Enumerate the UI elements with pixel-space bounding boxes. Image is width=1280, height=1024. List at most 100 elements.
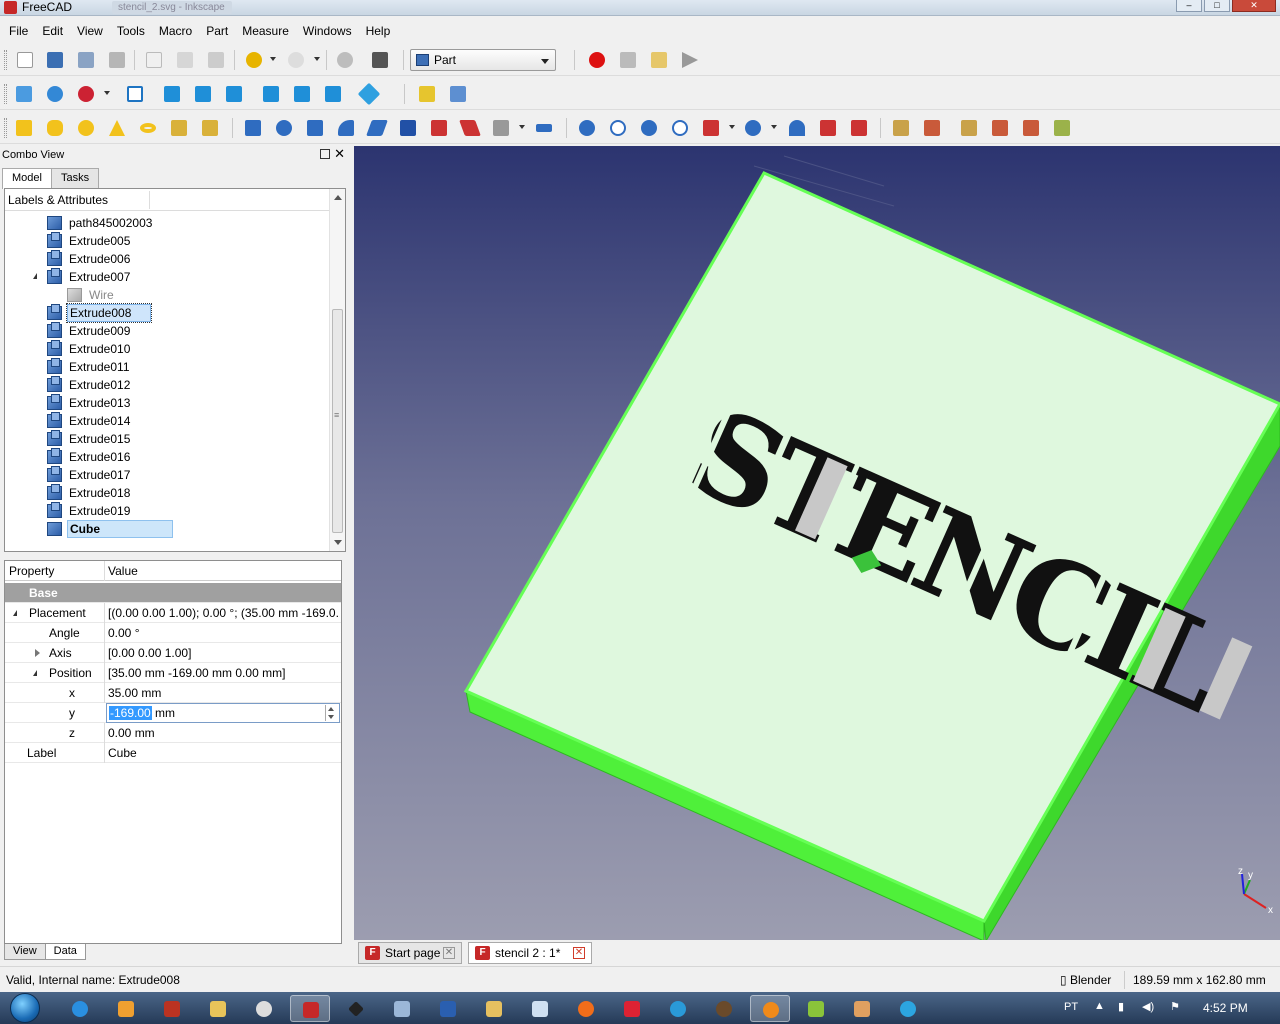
cylinder-button[interactable]: [44, 117, 66, 139]
chamfer-button[interactable]: [366, 117, 388, 139]
tree-item[interactable]: Extrude014: [5, 412, 330, 430]
network-icon[interactable]: ▮: [1118, 1000, 1124, 1013]
3d-viewport[interactable]: STENCIL x y z: [354, 146, 1280, 940]
expand-icon[interactable]: [35, 649, 40, 657]
tree-item[interactable]: Cube: [5, 520, 330, 538]
tree-item[interactable]: Extrude010: [5, 340, 330, 358]
language-indicator[interactable]: PT: [1064, 1001, 1078, 1013]
expand-icon[interactable]: [32, 488, 38, 498]
tree-item[interactable]: Extrude008: [5, 303, 330, 323]
measure-toggle-3d-button[interactable]: [1020, 117, 1042, 139]
mirror-button[interactable]: [304, 117, 326, 139]
tree-item[interactable]: Extrude019: [5, 502, 330, 520]
macro-edit-button[interactable]: [648, 49, 670, 71]
view-isometric-button[interactable]: [124, 83, 146, 105]
cut-button[interactable]: [143, 49, 165, 71]
cube-button[interactable]: [13, 117, 35, 139]
menu-windows[interactable]: Windows: [296, 20, 359, 42]
sphere-button[interactable]: [75, 117, 97, 139]
maximize-icon[interactable]: □: [1204, 0, 1230, 12]
view-left-button[interactable]: [322, 83, 344, 105]
taskbar-inkscape[interactable]: [244, 995, 284, 1022]
taskbar-app-2[interactable]: [336, 995, 376, 1022]
taskbar-app-6[interactable]: [704, 995, 744, 1022]
measure-linear-button[interactable]: [890, 117, 912, 139]
undo-button[interactable]: [243, 49, 265, 71]
toolbar-grip[interactable]: [4, 118, 7, 138]
expand-icon[interactable]: [32, 236, 38, 246]
menu-macro[interactable]: Macro: [152, 20, 199, 42]
fillet-button[interactable]: [335, 117, 357, 139]
redo-button[interactable]: [285, 49, 307, 71]
taskbar-app-8[interactable]: [796, 995, 836, 1022]
tab-stencil-2[interactable]: F stencil 2 : 1* ✕: [468, 942, 592, 964]
property-row-z[interactable]: z 0.00 mm: [5, 723, 341, 743]
tree-item[interactable]: Extrude017: [5, 466, 330, 484]
loft-button[interactable]: [459, 117, 481, 139]
undock-icon[interactable]: [320, 149, 330, 159]
macro-record-button[interactable]: [586, 49, 608, 71]
menu-help[interactable]: Help: [359, 20, 398, 42]
menu-part[interactable]: Part: [199, 20, 235, 42]
macro-run-button[interactable]: [679, 49, 701, 71]
quantity-stepper[interactable]: [325, 705, 337, 721]
taskbar-app-4[interactable]: [612, 995, 652, 1022]
measure-refresh-button[interactable]: [958, 117, 980, 139]
new-document-button[interactable]: [14, 49, 36, 71]
tab-data[interactable]: Data: [44, 944, 86, 960]
menu-measure[interactable]: Measure: [235, 20, 296, 42]
tree-item[interactable]: Extrude015: [5, 430, 330, 448]
property-row-position[interactable]: Position [35.00 mm -169.00 mm 0.00 mm]: [5, 663, 341, 683]
expand-icon[interactable]: [32, 380, 38, 390]
taskbar-calculator[interactable]: [382, 995, 422, 1022]
view-rear-button[interactable]: [260, 83, 282, 105]
defeaturing-button[interactable]: [817, 117, 839, 139]
taskbar-app-7[interactable]: [750, 995, 790, 1022]
property-row-angle[interactable]: Angle 0.00 °: [5, 623, 341, 643]
common-button[interactable]: [669, 117, 691, 139]
chevron-down-icon[interactable]: [519, 125, 525, 129]
tree-item[interactable]: Wire: [5, 286, 330, 304]
tab-start-page[interactable]: F Start page ✕: [358, 942, 462, 964]
scrollbar-thumb[interactable]: [332, 309, 343, 533]
minimize-icon[interactable]: –: [1176, 0, 1202, 12]
expand-icon[interactable]: [32, 434, 38, 444]
tree-scrollbar[interactable]: [329, 189, 345, 551]
expand-icon[interactable]: [32, 362, 38, 372]
menu-tools[interactable]: Tools: [110, 20, 152, 42]
tree-item[interactable]: Extrude016: [5, 448, 330, 466]
tree-item[interactable]: Extrude005: [5, 232, 330, 250]
clock[interactable]: 4:52 PM: [1203, 1001, 1248, 1015]
tree-item[interactable]: Extrude007: [5, 268, 330, 286]
fuse-button[interactable]: [638, 117, 660, 139]
fit-selection-button[interactable]: [44, 83, 66, 105]
revolve-button[interactable]: [273, 117, 295, 139]
whats-this-button[interactable]: [369, 49, 391, 71]
torus-button[interactable]: [137, 117, 159, 139]
tab-model[interactable]: Model: [2, 168, 52, 189]
tree-item[interactable]: Extrude009: [5, 322, 330, 340]
collapse-icon[interactable]: [33, 273, 37, 279]
expand-icon[interactable]: [32, 506, 38, 516]
sweep-button[interactable]: [490, 117, 512, 139]
save-as-button[interactable]: [106, 49, 128, 71]
cone-button[interactable]: [106, 117, 128, 139]
close-tab-icon[interactable]: ✕: [573, 947, 585, 959]
view-front-button[interactable]: [161, 83, 183, 105]
property-row-label[interactable]: Label Cube: [5, 743, 341, 763]
property-row-y[interactable]: y -169.00 mm: [5, 703, 341, 723]
expand-icon[interactable]: [32, 416, 38, 426]
volume-icon[interactable]: ◀): [1142, 1000, 1154, 1013]
close-icon[interactable]: ✕: [334, 147, 345, 161]
taskbar-firefox[interactable]: [566, 995, 606, 1022]
3d-scene[interactable]: STENCIL x y z: [354, 146, 1280, 940]
header-divider[interactable]: [149, 191, 150, 209]
chevron-down-icon[interactable]: [270, 57, 276, 61]
create-part-button[interactable]: [416, 83, 438, 105]
scroll-up-icon[interactable]: [334, 195, 342, 200]
taskbar-ie[interactable]: [60, 995, 100, 1022]
make-face-button[interactable]: [397, 117, 419, 139]
expand-icon[interactable]: [32, 344, 38, 354]
taskbar-freecad[interactable]: [290, 995, 330, 1022]
primitives-button[interactable]: [168, 117, 190, 139]
